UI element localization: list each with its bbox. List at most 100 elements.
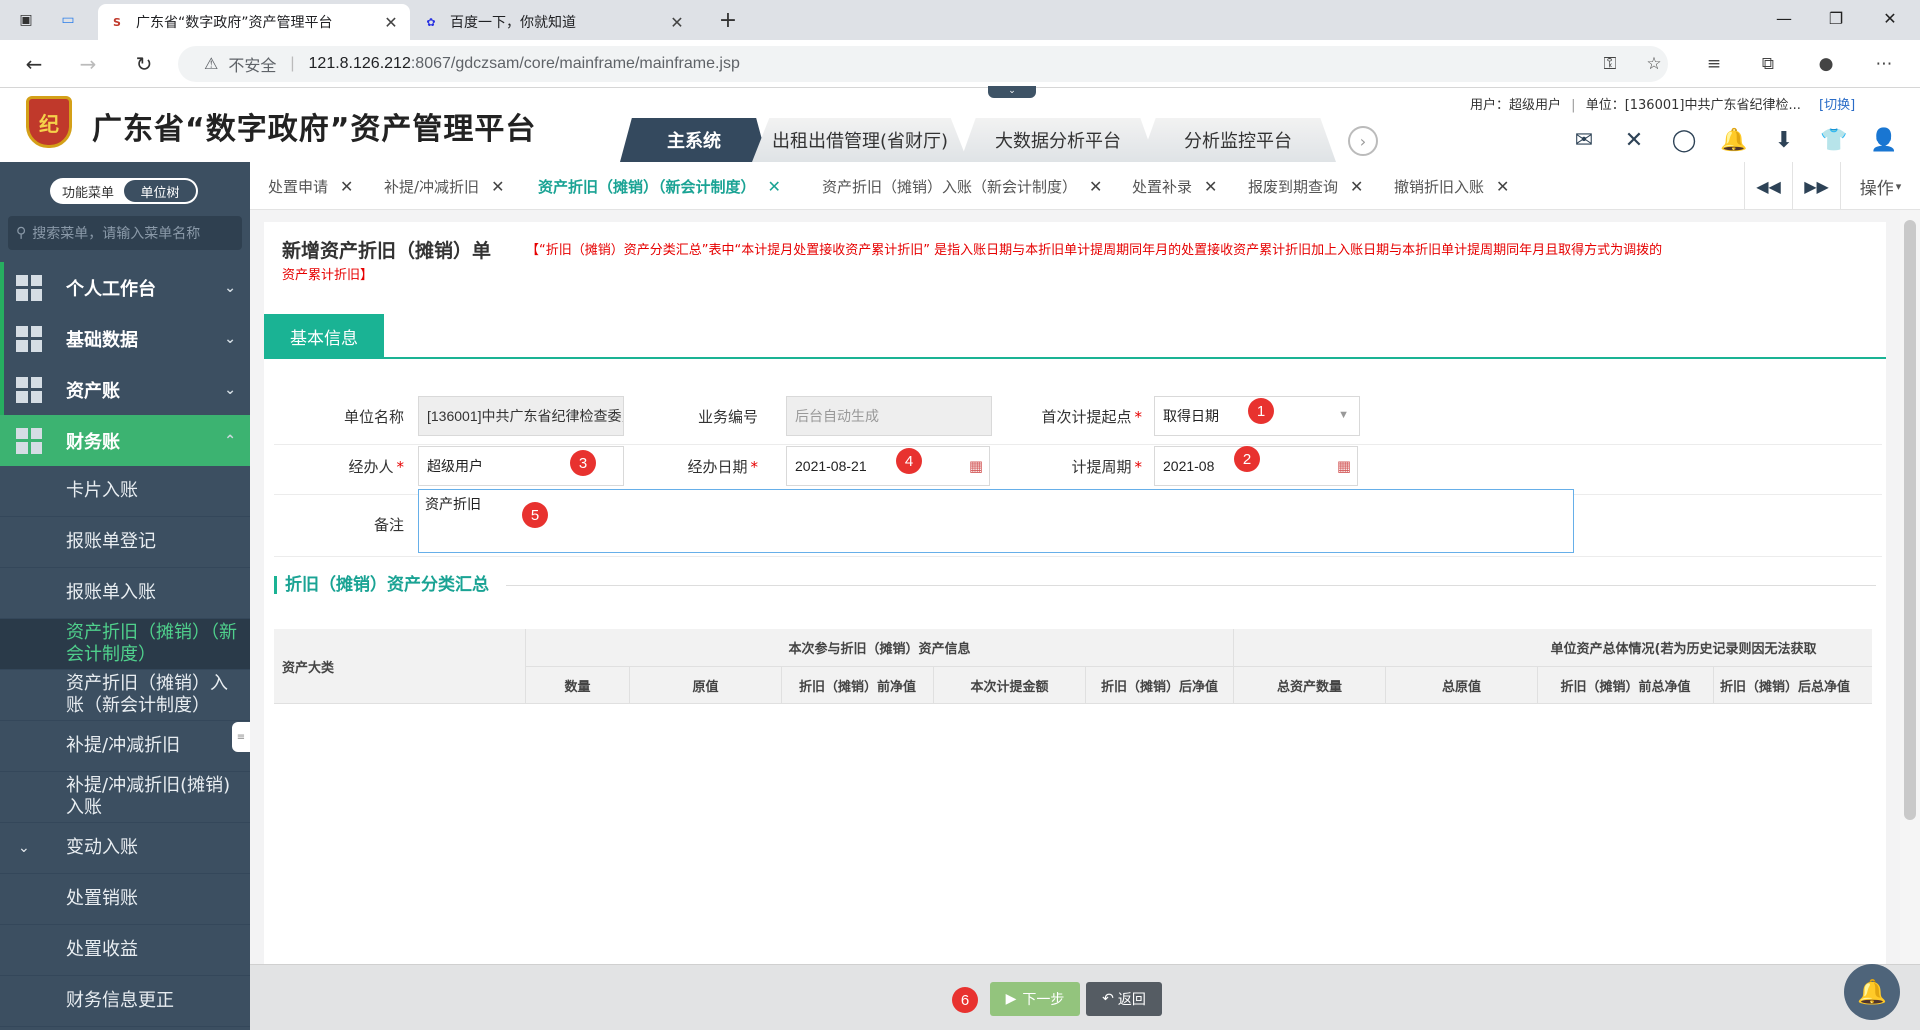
browser-tab-active[interactable]: S 广东省“数字政府”资产管理平台 ✕ [98,4,410,40]
key-icon[interactable]: ⚿ [1598,52,1622,76]
sidebar-item-depreciation-entry[interactable]: 资产折旧（摊销）入账（新会计制度） [0,670,250,721]
collections-icon[interactable]: ⧉ [1756,52,1780,76]
scrollbar-thumb[interactable] [1904,220,1916,820]
col-group-unit-overall: 单位资产总体情况(若为历史记录则因无法获取 [1234,629,1872,667]
tab-depreciation-new[interactable]: 资产折旧（摊销）（新会计制度） ✕ [538,162,781,210]
restore-icon[interactable]: ❐ [1808,0,1864,36]
close-window-icon[interactable]: ✕ [1862,0,1918,36]
favorite-icon[interactable]: ☆ [1642,52,1666,76]
download-icon[interactable]: ⬇ [1770,126,1798,154]
system-tab-monitor[interactable]: 分析监控平台 [1140,118,1336,162]
switch-unit-link[interactable]: [切换] [1819,98,1855,113]
favorites-list-icon[interactable]: ≡ [1702,52,1726,76]
browser-tabstrip: ▣ ▭ S 广东省“数字政府”资产管理平台 ✕ ✿ 百度一下，你就知道 ✕ + … [0,0,1920,40]
system-tab-rental[interactable]: 出租出借管理(省财厅) [752,118,968,162]
label-text: 业务编号 [697,408,758,426]
sidebar-item-finance-correction[interactable]: 财务信息更正 [0,976,250,1027]
close-icon[interactable]: ✕ [768,177,781,196]
minimize-icon[interactable]: — [1756,0,1812,36]
back-icon[interactable]: ← [20,50,48,78]
close-icon[interactable]: ✕ [340,177,353,196]
close-icon[interactable]: ✕ [491,177,504,196]
tv-icon[interactable]: ▭ [56,8,80,32]
toggle-unit-tree[interactable]: 单位树 [124,180,196,202]
summary-rule [506,585,1876,586]
tab-disposal-apply[interactable]: 处置申请 ✕ [268,162,353,210]
handle-date-label: 经办日期 * [687,458,758,476]
sidebar-collapse-handle[interactable]: ≡ [232,722,250,752]
close-tab-icon[interactable]: ✕ [668,13,686,32]
tabs-operations-button[interactable]: 操作 ▾ [1840,162,1920,210]
toggle-function-menu[interactable]: 功能菜单 [52,180,124,202]
tab-revoke-entry[interactable]: 撤销折旧入账 ✕ [1394,162,1509,210]
collapse-header-icon[interactable]: ⌄ [988,86,1036,98]
sidebar-item-change-entry[interactable]: ⌄ 变动入账 [0,823,250,874]
system-tab-bigdata[interactable]: 大数据分析平台 [960,118,1156,162]
form-note: 【“折旧（摊销）资产分类汇总”表中“本计提月处置接收资产累计折旧” 是指入账日期… [526,243,1663,258]
system-tab-main[interactable]: 主系统 [620,118,768,162]
sidebar-item-disposal-income[interactable]: 处置收益 [0,925,250,976]
bell-icon[interactable]: 🔔 [1720,126,1748,154]
tab-scrap-query[interactable]: 报废到期查询 ✕ [1248,162,1363,210]
badge-6: 6 [952,987,978,1013]
handle-date-field[interactable]: 2021-08-21 ▦ [786,446,990,486]
tab-basic-info[interactable]: 基本信息 [264,314,384,359]
tools-icon[interactable]: ✕ [1620,126,1648,154]
sidebar-item-bill-register[interactable]: 报账单登记 [0,517,250,568]
sidebar-group-finance-ledger[interactable]: 财务账 ⌃ [0,415,250,466]
tab-actions-icon[interactable]: ▣ [14,8,38,32]
mail-icon[interactable]: ✉ [1570,126,1598,154]
shirt-icon[interactable]: 👕 [1820,126,1848,154]
user-icon[interactable]: 👤 [1870,126,1898,154]
sidebar-item-supplement[interactable]: 补提/冲减折旧 [0,721,250,772]
summary-title: 折旧（摊销）资产分类汇总 [274,576,489,594]
sidebar-group-basic-data[interactable]: 基础数据 ⌄ [0,313,250,364]
col-header-total-qty: 总资产数量 [1234,667,1386,704]
reload-icon[interactable]: ↻ [130,50,158,78]
period-value: 2021-08 [1163,458,1215,474]
tab-supplement[interactable]: 补提/冲减折旧 ✕ [384,162,504,210]
close-icon[interactable]: ✕ [1089,177,1102,196]
profile-icon[interactable]: ● [1814,52,1838,76]
close-tab-icon[interactable]: ✕ [382,13,400,32]
calendar-icon[interactable]: ▦ [1337,457,1351,475]
sidebar-item-disposal-writeoff[interactable]: 处置销账 [0,874,250,925]
chevron-down-icon: ⌄ [18,840,30,856]
biz-no-field[interactable]: 后台自动生成 [786,396,992,436]
browser-tab-baidu[interactable]: ✿ 百度一下，你就知道 ✕ [412,4,696,40]
sidebar-group-label: 个人工作台 [66,278,156,300]
more-icon[interactable]: ⋯ [1872,52,1896,76]
url-field[interactable]: ⚠ 不安全 | 121.8.126.212 :8067/gdczsam/core… [178,46,1668,82]
tabs-prev-icon[interactable]: ◀◀ [1744,162,1792,210]
vertical-scrollbar[interactable] [1900,210,1920,964]
sidebar-item-depreciation[interactable]: 资产折旧（摊销）（新会计制度） [0,619,250,670]
tab-disposal-supplement[interactable]: 处置补录 ✕ [1132,162,1217,210]
calendar-icon[interactable]: ▦ [969,457,983,475]
forward-icon[interactable]: → [74,50,102,78]
next-system-icon[interactable]: › [1348,126,1378,156]
form-note-continued: 资产累计折旧】 [282,268,374,283]
sidebar-item-bill-entry[interactable]: 报账单入账 [0,568,250,619]
notification-bell-icon[interactable]: 🔔 [1844,964,1900,1020]
label-text: 经办人 [348,458,394,476]
next-step-button[interactable]: ▶ 下一步 [990,982,1080,1016]
close-icon[interactable]: ✕ [1496,177,1509,196]
sidebar: 功能菜单 单位树 ⚲ 搜索菜单，请输入菜单名称 个人工作台 ⌄ 基础数据 ⌄ 资… [0,162,250,1030]
sidebar-item-supplement-entry[interactable]: 补提/冲减折旧(摊销)入账 [0,772,250,823]
new-tab-icon[interactable]: + [716,8,740,33]
close-icon[interactable]: ✕ [1204,177,1217,196]
menu-search-input[interactable]: ⚲ 搜索菜单，请输入菜单名称 [8,216,242,250]
next-step-label: 下一步 [1022,992,1065,1008]
sidebar-group-personal[interactable]: 个人工作台 ⌄ [0,262,250,313]
tab-depreciation-entry[interactable]: 资产折旧（摊销）入账（新会计制度） ✕ [822,162,1102,210]
sidebar-group-label: 财务账 [66,431,120,453]
search-circle-icon[interactable]: ◯ [1670,126,1698,154]
remark-textarea[interactable]: 资产折旧 [418,489,1574,553]
app-title: 广东省“数字政府”资产管理平台 [92,112,537,147]
sidebar-item-card-entry[interactable]: 卡片入账 [0,466,250,517]
tabs-next-icon[interactable]: ▶▶ [1792,162,1840,210]
sidebar-group-asset-ledger[interactable]: 资产账 ⌄ [0,364,250,415]
close-icon[interactable]: ✕ [1350,177,1363,196]
unit-name-field[interactable]: [136001]中共广东省纪律检查委员会 [418,396,624,436]
back-button[interactable]: ↶ 返回 [1086,982,1162,1016]
